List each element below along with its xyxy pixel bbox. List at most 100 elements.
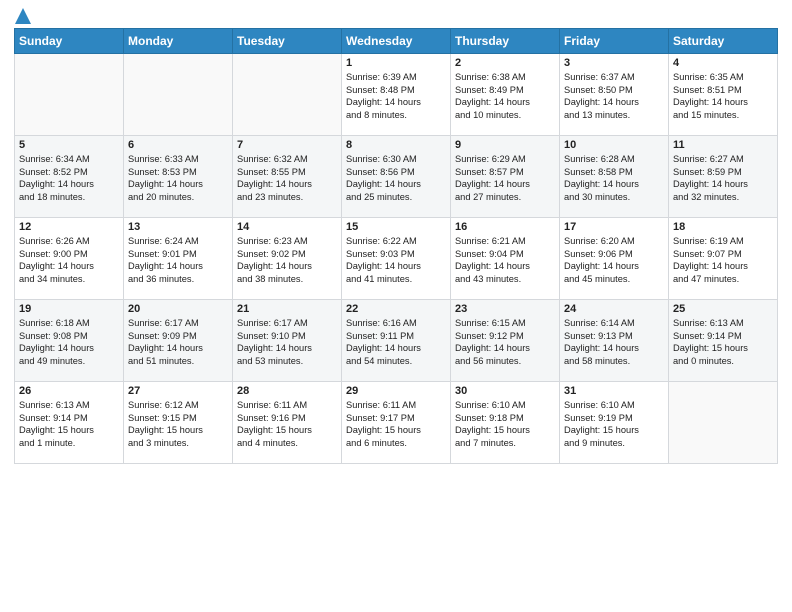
cell-content: Sunrise: 6:11 AMSunset: 9:16 PMDaylight:… — [237, 399, 337, 449]
day-number: 3 — [564, 57, 664, 69]
day-number: 7 — [237, 139, 337, 151]
main-container: SundayMondayTuesdayWednesdayThursdayFrid… — [0, 0, 792, 474]
calendar-cell: 25 Sunrise: 6:13 AMSunset: 9:14 PMDayligh… — [669, 300, 778, 382]
calendar-cell: 15 Sunrise: 6:22 AMSunset: 9:03 PMDayligh… — [342, 218, 451, 300]
cell-content: Sunrise: 6:34 AMSunset: 8:52 PMDaylight:… — [19, 153, 119, 203]
cell-content: Sunrise: 6:39 AMSunset: 8:48 PMDaylight:… — [346, 71, 446, 121]
day-number: 23 — [455, 303, 555, 315]
calendar-cell — [233, 54, 342, 136]
cell-content: Sunrise: 6:30 AMSunset: 8:56 PMDaylight:… — [346, 153, 446, 203]
day-number: 4 — [673, 57, 773, 69]
day-number: 18 — [673, 221, 773, 233]
day-number: 28 — [237, 385, 337, 397]
day-number: 16 — [455, 221, 555, 233]
cell-content: Sunrise: 6:18 AMSunset: 9:08 PMDaylight:… — [19, 317, 119, 367]
calendar-cell: 24Sunrise: 6:14 AMSunset: 9:13 PMDayligh… — [560, 300, 669, 382]
calendar-cell: 28 Sunrise: 6:11 AMSunset: 9:16 PMDayligh… — [233, 382, 342, 464]
day-number: 8 — [346, 139, 446, 151]
day-number: 31 — [564, 385, 664, 397]
week-row-2: 5Sunrise: 6:34 AMSunset: 8:52 PMDaylight… — [15, 136, 778, 218]
day-number: 1 — [346, 57, 446, 69]
cell-content: Sunrise: 6:19 AMSunset: 9:07 PMDaylight:… — [673, 235, 773, 285]
calendar-cell: 16Sunrise: 6:21 AMSunset: 9:04 PMDayligh… — [451, 218, 560, 300]
logo-icon — [15, 8, 31, 24]
calendar-cell: 5Sunrise: 6:34 AMSunset: 8:52 PMDaylight… — [15, 136, 124, 218]
cell-content: Sunrise: 6:17 AMSunset: 9:10 PMDaylight:… — [237, 317, 337, 367]
calendar-cell: 3 Sunrise: 6:37 AMSunset: 8:50 PMDaylight… — [560, 54, 669, 136]
calendar-cell — [15, 54, 124, 136]
cell-content: Sunrise: 6:38 AMSunset: 8:49 PMDaylight:… — [455, 71, 555, 121]
day-number: 14 — [237, 221, 337, 233]
calendar-cell — [124, 54, 233, 136]
day-number: 25 — [673, 303, 773, 315]
cell-content: Sunrise: 6:35 AMSunset: 8:51 PMDaylight:… — [673, 71, 773, 121]
header-friday: Friday — [560, 29, 669, 54]
cell-content: Sunrise: 6:12 AMSunset: 9:15 PMDaylight:… — [128, 399, 228, 449]
calendar-cell: 31 Sunrise: 6:10 AMSunset: 9:19 PMDayligh… — [560, 382, 669, 464]
day-number: 11 — [673, 139, 773, 151]
calendar-table: SundayMondayTuesdayWednesdayThursdayFrid… — [14, 28, 778, 464]
day-number: 12 — [19, 221, 119, 233]
calendar-cell: 6 Sunrise: 6:33 AMSunset: 8:53 PMDaylight… — [124, 136, 233, 218]
header-saturday: Saturday — [669, 29, 778, 54]
day-number: 21 — [237, 303, 337, 315]
day-number: 2 — [455, 57, 555, 69]
day-number: 6 — [128, 139, 228, 151]
header-sunday: Sunday — [15, 29, 124, 54]
calendar-cell: 29 Sunrise: 6:11 AMSunset: 9:17 PMDayligh… — [342, 382, 451, 464]
calendar-cell: 20 Sunrise: 6:17 AMSunset: 9:09 PMDayligh… — [124, 300, 233, 382]
day-number: 15 — [346, 221, 446, 233]
week-row-1: 1 Sunrise: 6:39 AMSunset: 8:48 PMDaylight… — [15, 54, 778, 136]
calendar-cell: 21 Sunrise: 6:17 AMSunset: 9:10 PMDayligh… — [233, 300, 342, 382]
week-row-4: 19 Sunrise: 6:18 AMSunset: 9:08 PMDayligh… — [15, 300, 778, 382]
calendar-cell: 11Sunrise: 6:27 AMSunset: 8:59 PMDayligh… — [669, 136, 778, 218]
cell-content: Sunrise: 6:32 AMSunset: 8:55 PMDaylight:… — [237, 153, 337, 203]
calendar-cell: 22 Sunrise: 6:16 AMSunset: 9:11 PMDayligh… — [342, 300, 451, 382]
header-monday: Monday — [124, 29, 233, 54]
cell-content: Sunrise: 6:10 AMSunset: 9:19 PMDaylight:… — [564, 399, 664, 449]
cell-content: Sunrise: 6:16 AMSunset: 9:11 PMDaylight:… — [346, 317, 446, 367]
day-number: 22 — [346, 303, 446, 315]
calendar-cell: 13Sunrise: 6:24 AMSunset: 9:01 PMDayligh… — [124, 218, 233, 300]
day-number: 26 — [19, 385, 119, 397]
week-row-5: 26 Sunrise: 6:13 AMSunset: 9:14 PMDayligh… — [15, 382, 778, 464]
cell-content: Sunrise: 6:23 AMSunset: 9:02 PMDaylight:… — [237, 235, 337, 285]
day-number: 27 — [128, 385, 228, 397]
day-number: 9 — [455, 139, 555, 151]
calendar-cell — [669, 382, 778, 464]
cell-content: Sunrise: 6:14 AMSunset: 9:13 PMDaylight:… — [564, 317, 664, 367]
cell-content: Sunrise: 6:37 AMSunset: 8:50 PMDaylight:… — [564, 71, 664, 121]
calendar-cell: 2 Sunrise: 6:38 AMSunset: 8:49 PMDaylight… — [451, 54, 560, 136]
logo — [14, 14, 31, 20]
cell-content: Sunrise: 6:10 AMSunset: 9:18 PMDaylight:… — [455, 399, 555, 449]
cell-content: Sunrise: 6:15 AMSunset: 9:12 PMDaylight:… — [455, 317, 555, 367]
calendar-cell: 30Sunrise: 6:10 AMSunset: 9:18 PMDayligh… — [451, 382, 560, 464]
calendar-cell: 4 Sunrise: 6:35 AMSunset: 8:51 PMDaylight… — [669, 54, 778, 136]
cell-content: Sunrise: 6:13 AMSunset: 9:14 PMDaylight:… — [673, 317, 773, 367]
calendar-cell: 9Sunrise: 6:29 AMSunset: 8:57 PMDaylight… — [451, 136, 560, 218]
calendar-cell: 14 Sunrise: 6:23 AMSunset: 9:02 PMDayligh… — [233, 218, 342, 300]
cell-content: Sunrise: 6:11 AMSunset: 9:17 PMDaylight:… — [346, 399, 446, 449]
calendar-cell: 26 Sunrise: 6:13 AMSunset: 9:14 PMDayligh… — [15, 382, 124, 464]
calendar-cell: 1 Sunrise: 6:39 AMSunset: 8:48 PMDaylight… — [342, 54, 451, 136]
calendar-cell: 10 Sunrise: 6:28 AMSunset: 8:58 PMDayligh… — [560, 136, 669, 218]
cell-content: Sunrise: 6:22 AMSunset: 9:03 PMDaylight:… — [346, 235, 446, 285]
header-thursday: Thursday — [451, 29, 560, 54]
day-number: 29 — [346, 385, 446, 397]
day-number: 19 — [19, 303, 119, 315]
cell-content: Sunrise: 6:17 AMSunset: 9:09 PMDaylight:… — [128, 317, 228, 367]
header-wednesday: Wednesday — [342, 29, 451, 54]
day-number: 10 — [564, 139, 664, 151]
calendar-cell: 27 Sunrise: 6:12 AMSunset: 9:15 PMDayligh… — [124, 382, 233, 464]
cell-content: Sunrise: 6:13 AMSunset: 9:14 PMDaylight:… — [19, 399, 119, 449]
day-number: 20 — [128, 303, 228, 315]
cell-content: Sunrise: 6:28 AMSunset: 8:58 PMDaylight:… — [564, 153, 664, 203]
calendar-cell: 12 Sunrise: 6:26 AMSunset: 9:00 PMDayligh… — [15, 218, 124, 300]
cell-content: Sunrise: 6:20 AMSunset: 9:06 PMDaylight:… — [564, 235, 664, 285]
calendar-cell: 17Sunrise: 6:20 AMSunset: 9:06 PMDayligh… — [560, 218, 669, 300]
cell-content: Sunrise: 6:26 AMSunset: 9:00 PMDaylight:… — [19, 235, 119, 285]
header-tuesday: Tuesday — [233, 29, 342, 54]
calendar-cell: 23 Sunrise: 6:15 AMSunset: 9:12 PMDayligh… — [451, 300, 560, 382]
calendar-cell: 7 Sunrise: 6:32 AMSunset: 8:55 PMDaylight… — [233, 136, 342, 218]
cell-content: Sunrise: 6:33 AMSunset: 8:53 PMDaylight:… — [128, 153, 228, 203]
